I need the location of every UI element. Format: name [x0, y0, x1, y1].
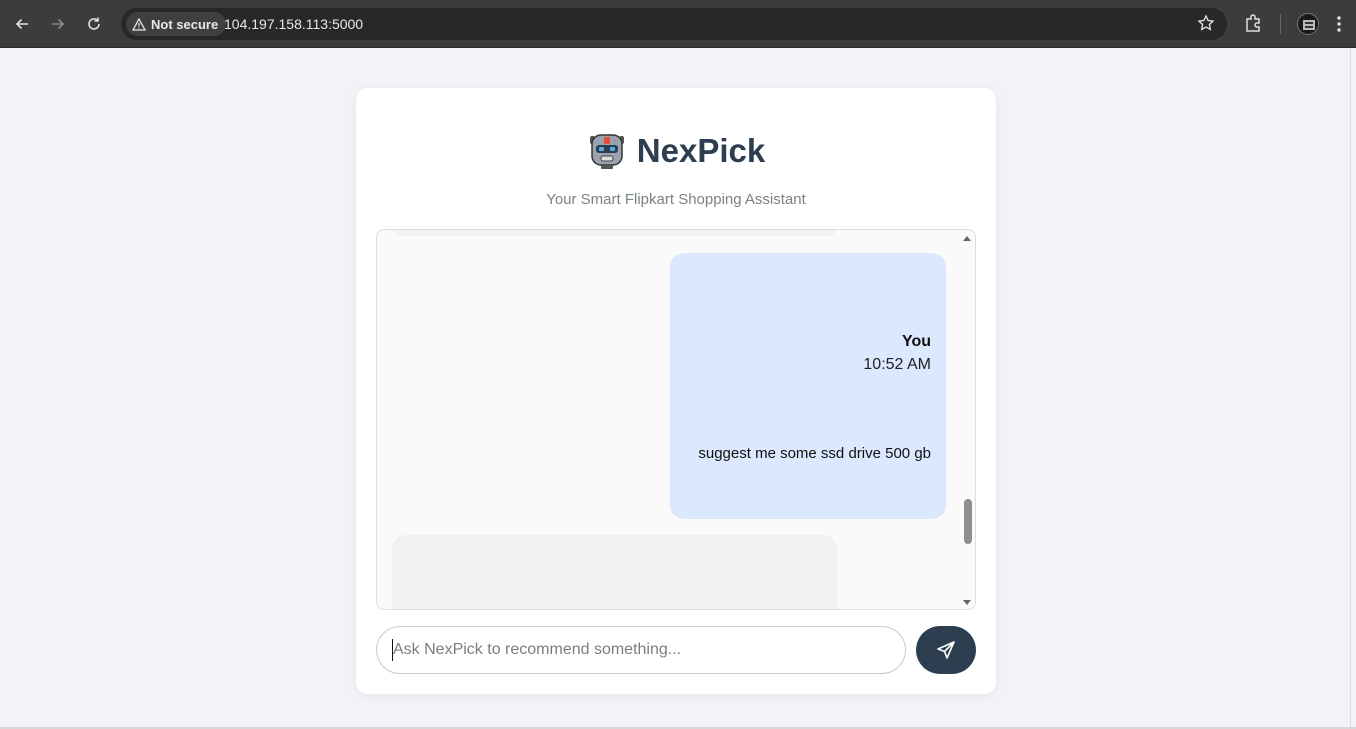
security-chip[interactable]: Not secure — [126, 12, 227, 36]
message-input[interactable] — [376, 626, 906, 674]
address-bar[interactable]: Not secure 104.197.158.113:5000 — [121, 8, 1227, 40]
back-button[interactable] — [10, 12, 34, 36]
reload-button[interactable] — [82, 12, 106, 36]
kebab-menu-icon — [1337, 16, 1341, 32]
chat-history[interactable]: You 10:52 AM suggest me some ssd drive 5… — [376, 229, 976, 610]
message-text: suggest me some ssd drive 500 gb — [698, 445, 931, 462]
scroll-down-arrow-icon[interactable] — [963, 600, 971, 605]
send-button[interactable] — [916, 626, 976, 674]
extensions-button[interactable] — [1244, 13, 1264, 38]
paper-plane-icon — [937, 641, 955, 659]
forward-button[interactable] — [46, 12, 70, 36]
star-icon — [1197, 14, 1215, 31]
app-subtitle: Your Smart Flipkart Shopping Assistant — [546, 191, 806, 208]
bookmark-star-button[interactable] — [1197, 14, 1215, 37]
brand-header: NexPick — [356, 132, 996, 170]
app-title: NexPick — [636, 132, 766, 169]
reload-icon — [88, 17, 100, 30]
text-caret — [392, 639, 393, 661]
bot-message-bubble — [392, 535, 837, 609]
puzzle-icon — [1246, 14, 1260, 32]
robot-icon — [589, 134, 624, 169]
user-message-bubble: You 10:52 AM suggest me some ssd drive 5… — [670, 253, 946, 519]
profile-avatar[interactable] — [1297, 13, 1319, 35]
chat-card: NexPick Your Smart Flipkart Shopping Ass… — [356, 88, 996, 694]
message-sender: You — [901, 333, 931, 350]
scroll-up-arrow-icon[interactable] — [963, 236, 971, 241]
browser-menu-button[interactable] — [1336, 14, 1342, 39]
message-timestamp: 10:52 AM — [863, 356, 931, 373]
page-scrollbar[interactable] — [1350, 48, 1356, 728]
browser-toolbar: Not secure 104.197.158.113:5000 — [0, 0, 1356, 48]
security-label: Not secure — [151, 16, 219, 32]
scrollbar-thumb[interactable] — [964, 499, 972, 544]
arrow-right-icon — [52, 18, 65, 30]
profile-icon — [1303, 20, 1315, 30]
arrow-left-icon — [15, 18, 28, 30]
url-text[interactable]: 104.197.158.113:5000 — [224, 16, 363, 32]
chat-scrollbar[interactable] — [959, 230, 975, 609]
warning-icon — [132, 17, 146, 31]
bot-message-bubble — [392, 230, 837, 236]
toolbar-divider — [1280, 14, 1281, 34]
